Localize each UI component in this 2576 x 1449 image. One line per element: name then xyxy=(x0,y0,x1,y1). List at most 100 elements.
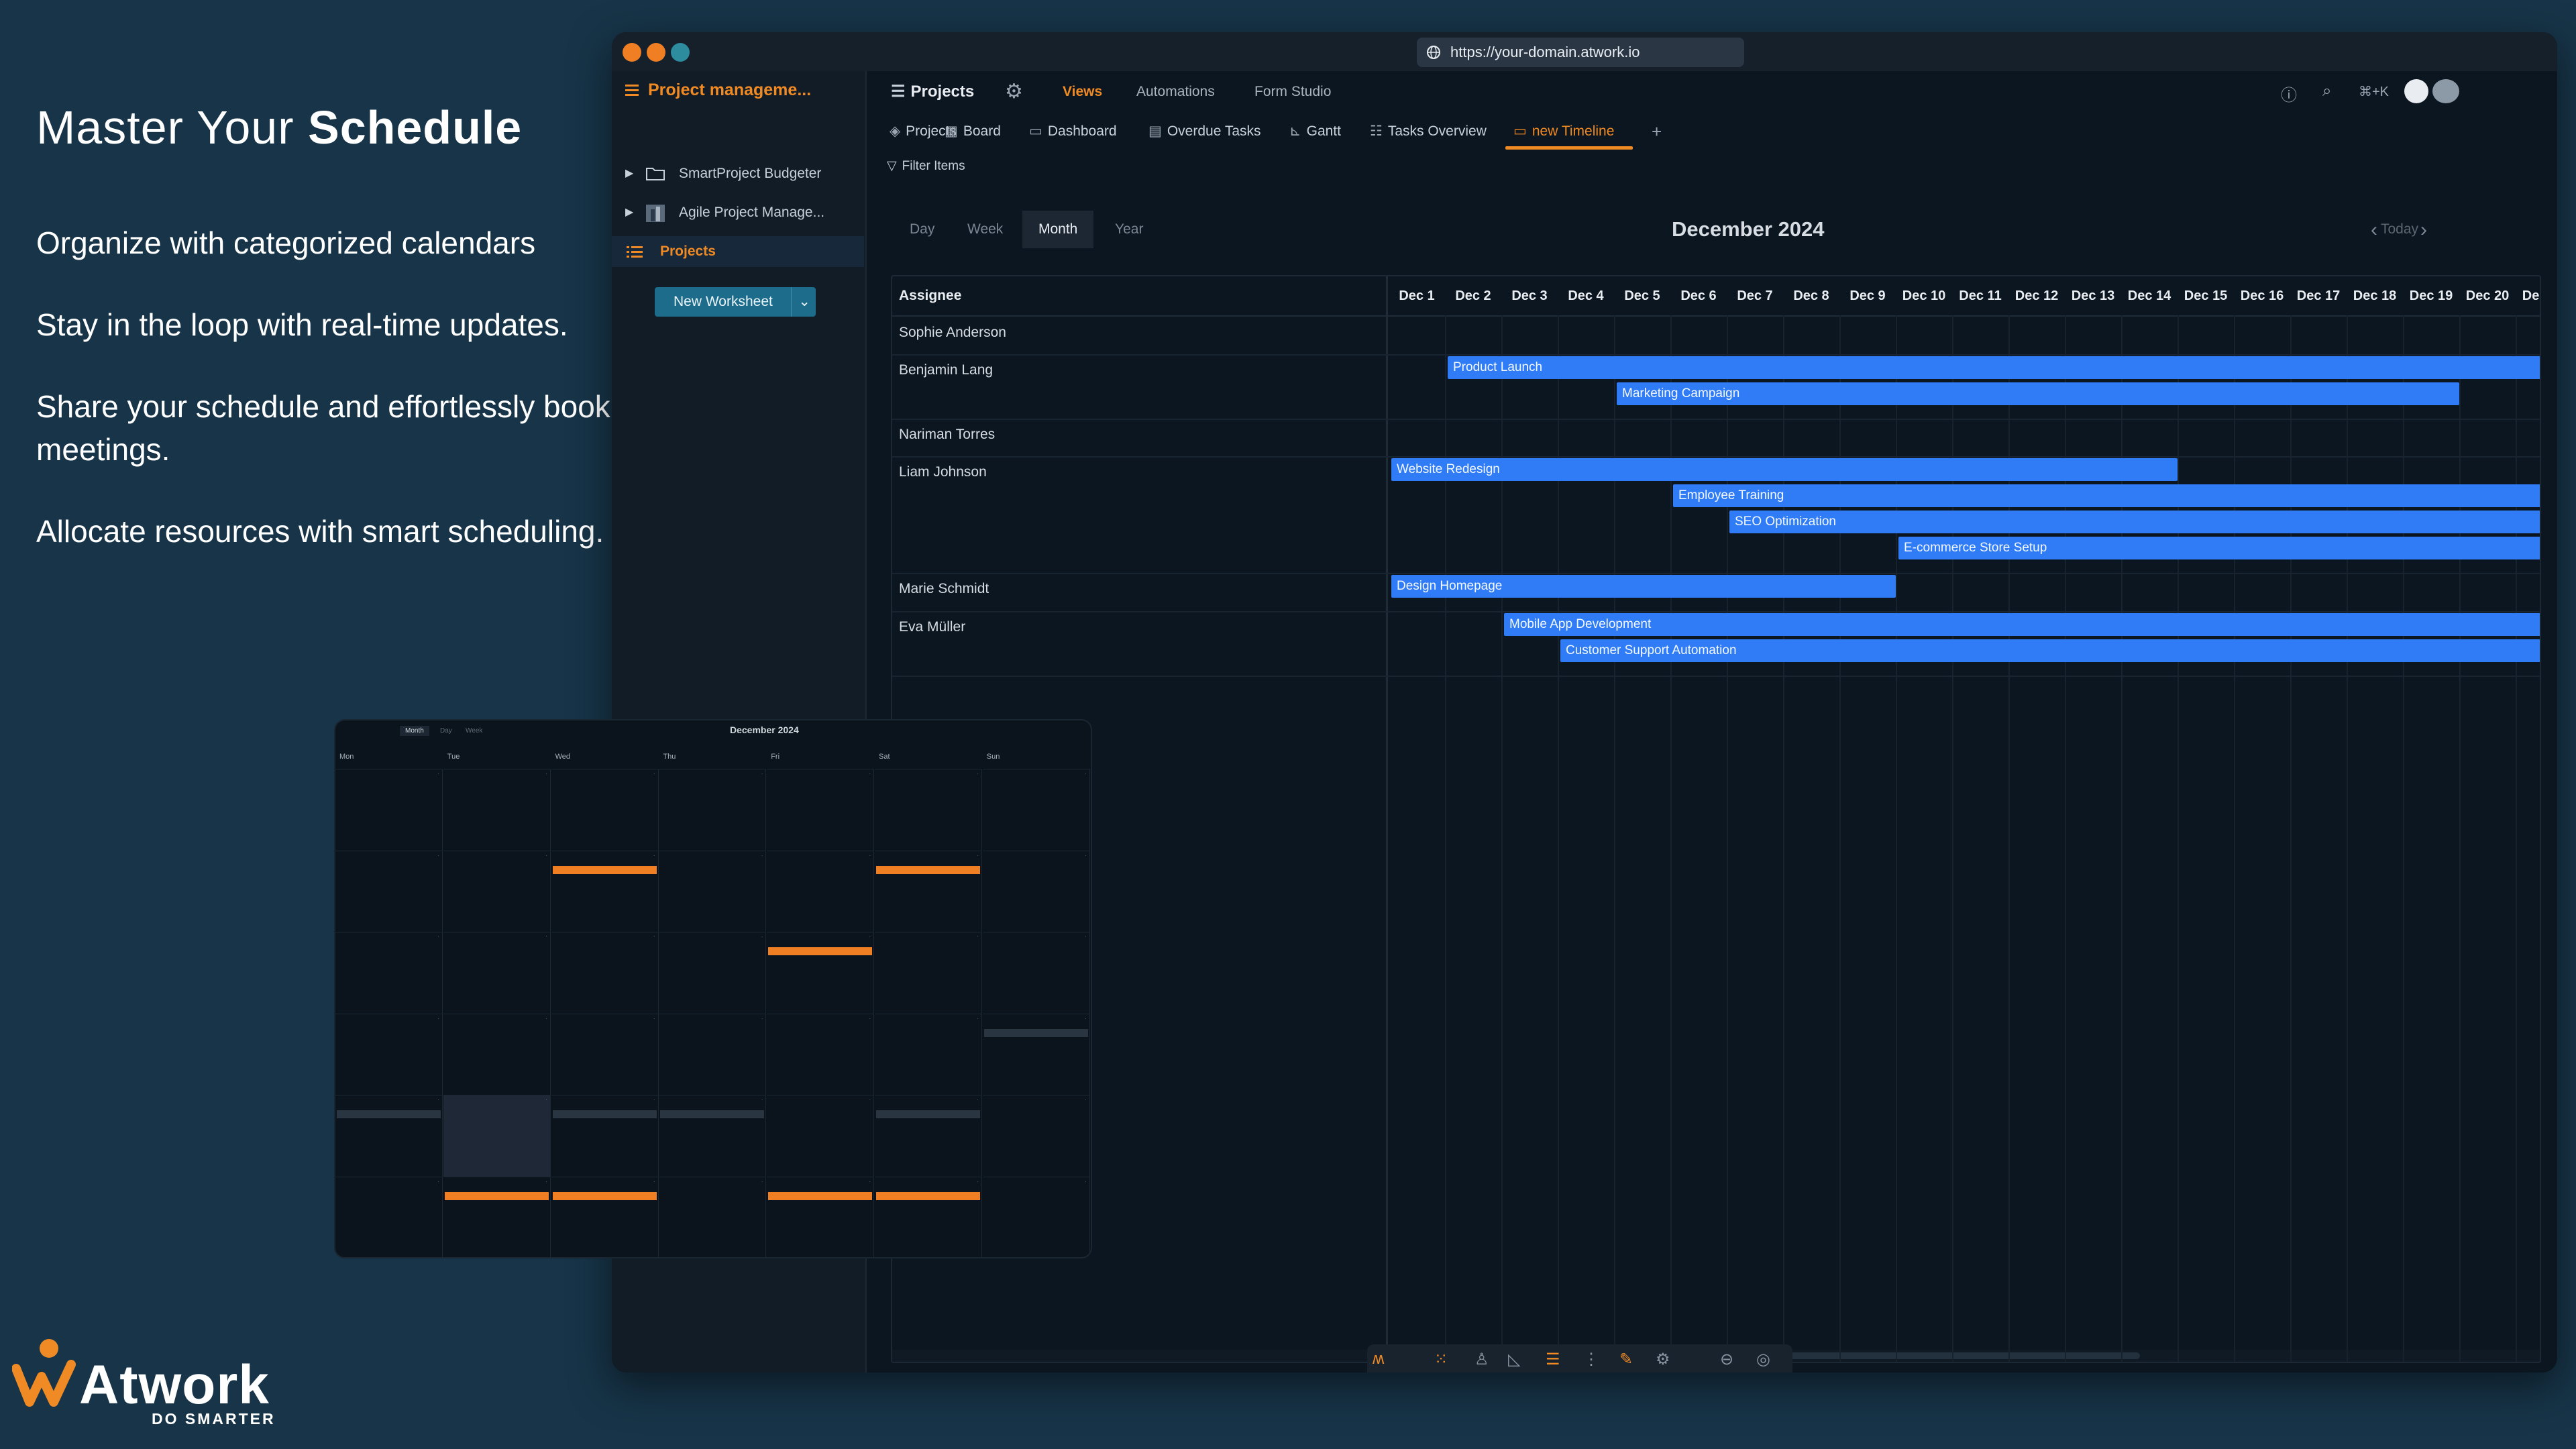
calendar-day-cell[interactable]: · xyxy=(443,1095,551,1177)
people-icon[interactable]: ♙ xyxy=(1474,1350,1489,1369)
calendar-day-cell[interactable]: · xyxy=(982,932,1090,1014)
calendar-day-cell[interactable]: · xyxy=(443,1176,551,1257)
expand-icon[interactable]: ▶ xyxy=(625,158,633,189)
calendar-event[interactable] xyxy=(768,1191,873,1200)
calendar-day-cell[interactable]: · xyxy=(335,850,443,932)
today-button[interactable]: Today xyxy=(2381,221,2418,237)
brush-icon[interactable]: ✎ xyxy=(1619,1350,1633,1369)
view-week-button[interactable]: Week xyxy=(951,211,1019,248)
calendar-event[interactable] xyxy=(768,947,873,955)
calendar-day-cell[interactable]: · xyxy=(335,769,443,851)
expand-icon[interactable]: ▶ xyxy=(625,197,633,228)
form-studio-link[interactable]: Form Studio xyxy=(1254,71,1331,113)
calendar-day-cell[interactable]: · xyxy=(659,1176,767,1257)
view-month-button[interactable]: Month xyxy=(1022,211,1094,248)
calendar-day-cell[interactable]: · xyxy=(335,1095,443,1177)
cal-week-button[interactable]: Week xyxy=(460,726,488,736)
calendar-event[interactable] xyxy=(876,865,980,874)
calendar-day-cell[interactable]: · xyxy=(551,769,659,851)
task-bar[interactable]: Marketing Campaign xyxy=(1617,382,2459,405)
view-year-button[interactable]: Year xyxy=(1099,211,1159,248)
calendar-event[interactable] xyxy=(552,1191,657,1200)
calendar-day-cell[interactable]: · xyxy=(982,1013,1090,1095)
task-bar[interactable]: Product Launch xyxy=(1448,356,2540,379)
next-arrow-icon[interactable]: › xyxy=(2420,219,2427,241)
calendar-event[interactable] xyxy=(876,1110,980,1118)
calendar-day-cell[interactable]: · xyxy=(443,1013,551,1095)
calendar-day-cell[interactable]: · xyxy=(767,1176,875,1257)
close-dot[interactable] xyxy=(623,43,641,62)
calendar-day-cell[interactable]: · xyxy=(443,932,551,1014)
shortcut-label[interactable]: ⌘+K xyxy=(2359,83,2389,100)
calendar-event[interactable] xyxy=(660,1110,765,1118)
calendar-event[interactable] xyxy=(552,1110,657,1118)
calendar-day-cell[interactable]: · xyxy=(875,1013,982,1095)
task-bar[interactable]: SEO Optimization xyxy=(1729,511,2540,533)
task-bar[interactable]: Employee Training xyxy=(1673,484,2540,507)
task-bar[interactable]: E-commerce Store Setup xyxy=(1898,537,2540,559)
more-icon[interactable]: ⋮ xyxy=(1583,1350,1599,1369)
calendar-day-cell[interactable]: · xyxy=(443,769,551,851)
calendar-day-cell[interactable]: · xyxy=(551,1176,659,1257)
sidebar-item-smartproject[interactable]: ▶ SmartProject Budgeter xyxy=(625,158,860,189)
logo-dock-icon[interactable]: ʍ xyxy=(1373,1350,1384,1368)
user-avatar[interactable] xyxy=(2404,79,2428,103)
task-bar[interactable]: Website Redesign xyxy=(1391,458,2178,481)
calendar-day-cell[interactable]: · xyxy=(659,1013,767,1095)
calendar-day-cell[interactable]: · xyxy=(767,932,875,1014)
chevron-down-icon[interactable]: ⌄ xyxy=(791,287,810,317)
calendar-event[interactable] xyxy=(876,1191,980,1200)
tab-gantt[interactable]: ⊾ Gantt xyxy=(1289,113,1341,150)
tab-tasks-overview[interactable]: ☷ Tasks Overview xyxy=(1370,113,1487,150)
calendar-day-cell[interactable]: · xyxy=(767,1095,875,1177)
calendar-day-cell[interactable]: · xyxy=(875,850,982,932)
automations-link[interactable]: Automations xyxy=(1136,71,1215,113)
gear-icon[interactable]: ⚙ xyxy=(1005,71,1023,113)
calendar-day-cell[interactable]: · xyxy=(659,932,767,1014)
calendar-day-cell[interactable]: · xyxy=(767,769,875,851)
calendar-day-cell[interactable]: · xyxy=(875,1095,982,1177)
calendar-day-cell[interactable]: · xyxy=(875,932,982,1014)
calendar-day-cell[interactable]: · xyxy=(659,850,767,932)
calendar-day-cell[interactable]: · xyxy=(443,850,551,932)
tab-dashboard[interactable]: ▭ Dashboard xyxy=(1029,113,1117,150)
calendar-day-cell[interactable]: · xyxy=(335,932,443,1014)
search-icon[interactable]: ⌕ xyxy=(2322,82,2331,101)
tab-board[interactable]: ▦ Board xyxy=(945,113,1001,150)
task-bar[interactable]: Customer Support Automation xyxy=(1560,639,2540,662)
calendar-day-cell[interactable]: · xyxy=(335,1013,443,1095)
calendar-day-cell[interactable]: · xyxy=(982,1176,1090,1257)
help-icon[interactable]: ⓘ xyxy=(2281,82,2297,105)
settings-dock-icon[interactable]: ⚙ xyxy=(1656,1350,1670,1369)
calendar-day-cell[interactable]: · xyxy=(335,1176,443,1257)
calendar-day-cell[interactable]: · xyxy=(875,1176,982,1257)
workspace-title[interactable]: Project manageme... xyxy=(648,80,811,100)
calendar-day-cell[interactable]: · xyxy=(551,1095,659,1177)
calendar-event[interactable] xyxy=(983,1028,1088,1037)
cal-month-button[interactable]: Month xyxy=(400,726,429,736)
target-icon[interactable]: ◎ xyxy=(1756,1350,1770,1369)
calendar-event[interactable] xyxy=(444,1191,549,1200)
tab-new-timeline[interactable]: ▭ new Timeline xyxy=(1513,113,1614,150)
view-day-button[interactable]: Day xyxy=(894,211,951,248)
chart-icon[interactable]: ◺ xyxy=(1508,1350,1520,1369)
calendar-event[interactable] xyxy=(552,865,657,874)
views-link[interactable]: Views xyxy=(1063,71,1102,113)
chat-icon[interactable]: ⊖ xyxy=(1720,1350,1733,1369)
task-bar[interactable]: Design Homepage xyxy=(1391,575,1896,598)
calendar-day-cell[interactable]: · xyxy=(551,932,659,1014)
calendar-day-cell[interactable]: · xyxy=(551,850,659,932)
maximize-dot[interactable] xyxy=(671,43,690,62)
calendar-day-cell[interactable]: · xyxy=(982,769,1090,851)
apps-icon[interactable]: ⁙ xyxy=(1434,1350,1448,1369)
task-bar[interactable]: Mobile App Development xyxy=(1504,613,2540,636)
new-worksheet-button[interactable]: New Worksheet ⌄ xyxy=(655,287,816,317)
calendar-day-cell[interactable]: · xyxy=(659,1095,767,1177)
sidebar-item-projects[interactable]: Projects xyxy=(612,236,864,267)
calendar-day-cell[interactable]: · xyxy=(875,769,982,851)
calendar-day-cell[interactable]: · xyxy=(551,1013,659,1095)
calendar-day-cell[interactable]: · xyxy=(767,850,875,932)
calendar-day-cell[interactable]: · xyxy=(982,850,1090,932)
minimize-dot[interactable] xyxy=(647,43,665,62)
calendar-day-cell[interactable]: · xyxy=(767,1013,875,1095)
